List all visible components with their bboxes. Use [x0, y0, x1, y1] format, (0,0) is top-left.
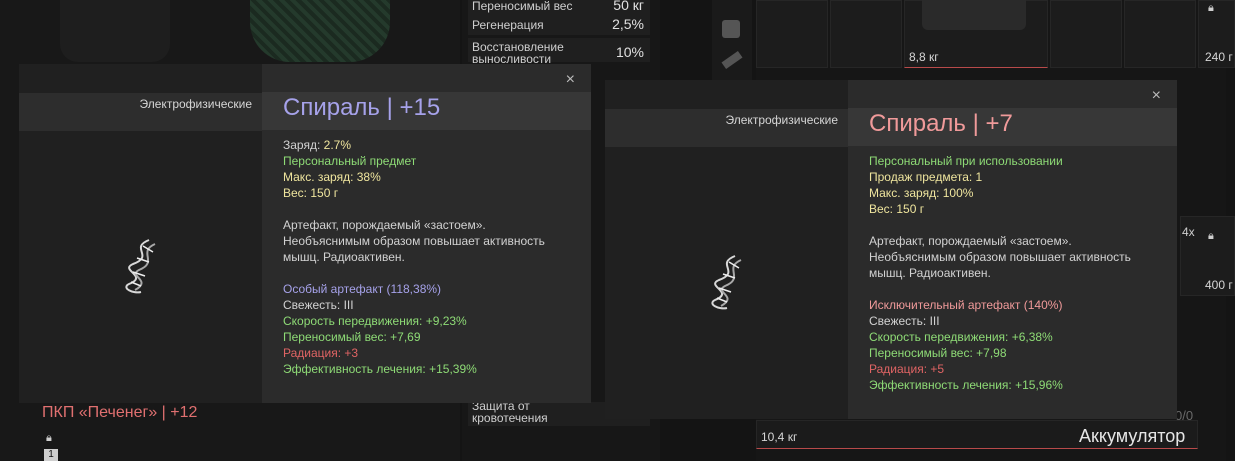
- item-weight: Вес: 150 г: [869, 202, 925, 216]
- item-upgrade-level: +15: [399, 94, 441, 121]
- slot-fraction: 0/0: [1175, 408, 1194, 423]
- description-line: мышц. Радиоактивен.: [283, 250, 405, 264]
- lock-icon: 🔒︎: [1208, 230, 1214, 242]
- close-icon[interactable]: ×: [566, 72, 575, 88]
- charge-label: Заряд:: [283, 138, 321, 152]
- tooltip-title-bar: Спираль | +7: [848, 108, 1177, 146]
- stat-radiation: Радиация: +5: [869, 362, 945, 376]
- tooltip-preview-pane: Электрофизические: [605, 80, 848, 419]
- stat-speed: Скорость передвижения: +6,38%: [869, 330, 1053, 344]
- charge-row: Заряд: 2.7%: [283, 137, 545, 153]
- artifact-spiral-image: [125, 239, 156, 294]
- inventory-slot[interactable]: [1124, 0, 1196, 68]
- filter-toolbar: [712, 0, 752, 90]
- stat-row-carry-weight: Переносимый вес 50 кг: [468, 0, 650, 16]
- weapon-count-badge: 1: [44, 449, 58, 461]
- slot-weight: 400 г: [1205, 278, 1233, 292]
- slot-weight: 10,4 кг: [761, 430, 798, 444]
- stat-value: 50 кг: [613, 0, 644, 13]
- slot-multiplier: 4x: [1182, 225, 1195, 239]
- inventory-slot[interactable]: [830, 0, 902, 68]
- stat-value: 10%: [615, 44, 644, 60]
- description-line: мышц. Радиоактивен.: [869, 266, 991, 280]
- category-bar: Электрофизические: [19, 93, 262, 131]
- item-title: Спираль | +15: [283, 94, 440, 122]
- stat-carry-weight: Переносимый вес: +7,98: [869, 346, 1007, 360]
- description-line: Необъяснимым образом повышает активность: [869, 250, 1131, 264]
- max-charge: Макс. заряд: 38%: [283, 170, 381, 184]
- item-upgrade-level: +7: [985, 110, 1013, 137]
- artifact-spiral-image: [711, 255, 742, 310]
- item-tooltip-spiral-15: Электрофизические Спираль | +15 × Заряд:…: [19, 64, 591, 403]
- stat-speed: Скорость передвижения: +9,23%: [283, 314, 467, 328]
- title-separator: |: [379, 94, 400, 121]
- stat-label: Восстановление выносливости: [472, 40, 564, 66]
- artifact-rarity: Исключительный артефакт (140%): [869, 298, 1063, 312]
- weapon-name[interactable]: ПКП «Печенег» | +12: [42, 404, 197, 422]
- category-bar: Электрофизические: [605, 109, 848, 147]
- stat-healing: Эффективность лечения: +15,39%: [283, 362, 477, 376]
- personal-item-flag: Персональный при использовании: [869, 154, 1063, 168]
- stat-label: Защита от кровотечения: [472, 399, 548, 425]
- stat-healing: Эффективность лечения: +15,96%: [869, 378, 1063, 392]
- filter-armor-icon[interactable]: [722, 20, 740, 38]
- item-name: Спираль: [869, 110, 966, 137]
- item-sales-count: Продаж предмета: 1: [869, 170, 983, 184]
- backpack-silhouette: [60, 0, 170, 62]
- tooltip-title-bar: Спираль | +15: [262, 92, 591, 130]
- max-charge: Макс. заряд: 100%: [869, 186, 974, 200]
- personal-item-flag: Персональный предмет: [283, 154, 417, 168]
- tooltip-details-pane: Спираль | +7 × Персональный при использо…: [848, 80, 1177, 419]
- description-line: Необъяснимым образом повышает активность: [283, 234, 545, 248]
- lock-icon: 🔒︎: [46, 432, 52, 444]
- item-properties: Заряд: 2.7% Персональный предмет Макс. з…: [283, 137, 545, 377]
- stat-carry-weight: Переносимый вес: +7,69: [283, 330, 421, 344]
- stat-label: Переносимый вес: [472, 0, 573, 13]
- inventory-slot[interactable]: [1050, 0, 1122, 68]
- artifact-freshness: Свежесть: III: [283, 298, 354, 312]
- artifact-freshness: Свежесть: III: [869, 314, 940, 328]
- item-weight: Вес: 150 г: [283, 186, 339, 200]
- stat-label: Регенерация: [472, 18, 544, 32]
- slot-weight: 8,8 кг: [909, 50, 939, 64]
- description-line: Артефакт, порождаемый «застоем».: [869, 234, 1072, 248]
- tooltip-preview-pane: Электрофизические: [19, 64, 262, 403]
- item-category: Электрофизические: [139, 97, 252, 111]
- slot-item-name: Аккумулятор: [1079, 426, 1186, 446]
- item-title: Спираль | +7: [869, 110, 1013, 138]
- stat-radiation: Радиация: +3: [283, 346, 359, 360]
- inventory-slot[interactable]: [756, 0, 828, 68]
- item-image: [922, 0, 1026, 30]
- item-name: Спираль: [283, 94, 380, 121]
- description-line: Артефакт, порождаемый «застоем».: [283, 218, 486, 232]
- artifact-rarity: Особый артефакт (118,38%): [283, 282, 442, 296]
- close-icon[interactable]: ×: [1152, 88, 1161, 104]
- armor-image: [250, 0, 390, 62]
- item-properties: Персональный при использовании Продаж пр…: [869, 153, 1131, 393]
- stat-row-regeneration: Регенерация 2,5%: [468, 15, 650, 35]
- item-tooltip-spiral-7: Электрофизические Спираль | +7 × Персона…: [605, 80, 1177, 419]
- title-separator: |: [965, 110, 986, 137]
- stat-value: 2,5%: [612, 16, 644, 32]
- charge-value: 2.7%: [323, 138, 351, 152]
- slot-weight: 240 г: [1205, 50, 1233, 64]
- item-category: Электрофизические: [725, 113, 838, 127]
- lock-icon: 🔒︎: [1208, 2, 1214, 14]
- tooltip-details-pane: Спираль | +15 × Заряд: 2.7% Персональный…: [262, 64, 591, 403]
- stat-row-stamina-recovery: Восстановление выносливости 10%: [468, 38, 650, 66]
